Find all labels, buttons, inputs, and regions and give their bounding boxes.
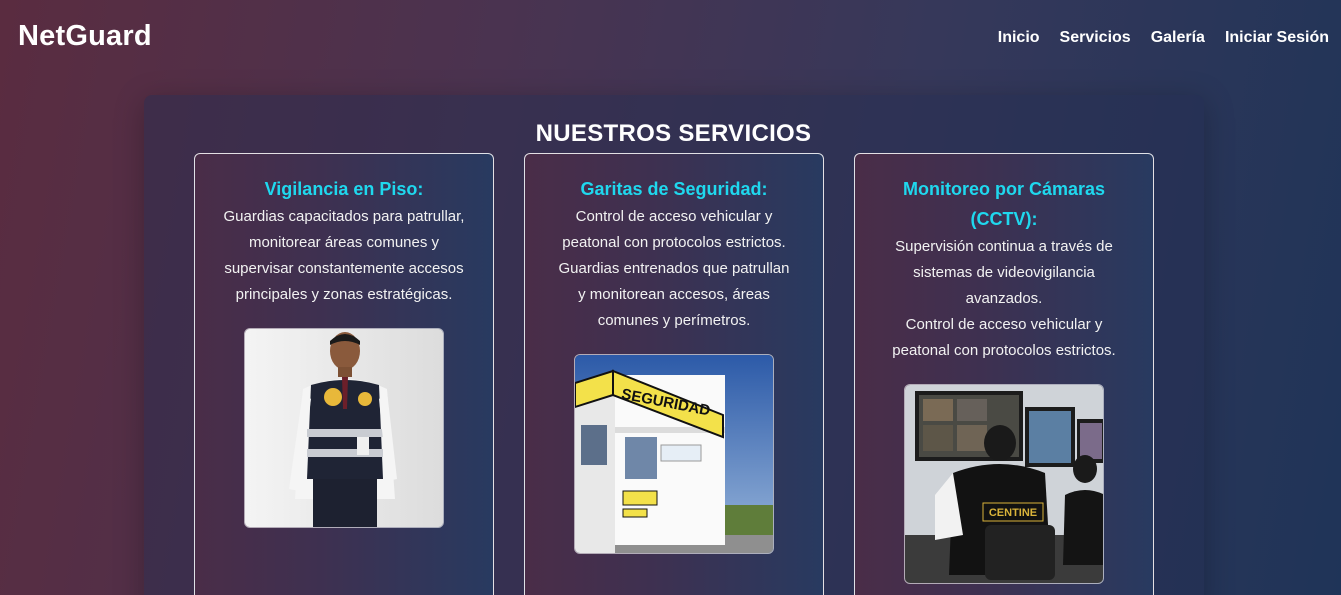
vest-text: CENTINE [989, 507, 1037, 519]
service-card-garitas: Garitas de Seguridad: Control de acceso … [524, 153, 824, 595]
desc-line: Guardias entrenados que patrullan [558, 260, 790, 277]
desc-line: Control de acceso vehicular y [905, 316, 1103, 333]
security-booth-illustration: SEGURIDAD [575, 355, 773, 553]
desc-line: supervisar constantemente accesos [224, 260, 464, 277]
title-line: (CCTV): [970, 209, 1038, 229]
desc-line: principales y zonas estratégicas. [235, 286, 453, 303]
desc-line: comunes y perímetros. [597, 312, 751, 329]
desc-line: sistemas de videovigilancia [913, 264, 1095, 281]
desc-line: Supervisión continua a través de [895, 238, 1113, 255]
nav-link-servicios[interactable]: Servicios [1060, 29, 1131, 47]
top-navbar: NetGuard Inicio Servicios Galería Inicia… [0, 0, 1341, 78]
title-line: Monitoreo por Cámaras [902, 179, 1106, 199]
desc-line: y monitorean accesos, áreas [578, 286, 770, 303]
desc-line: Guardias capacitados para patrullar, [223, 208, 465, 225]
cctv-photo: CENTINE [904, 384, 1104, 584]
desc-line: peatonal con protocolos estrictos. [562, 234, 786, 251]
desc-line: Control de acceso vehicular y [575, 208, 773, 225]
booth-photo: SEGURIDAD [574, 354, 774, 554]
desc-line: monitorear áreas comunes y [248, 234, 440, 251]
main-nav: Inicio Servicios Galería Iniciar Sesión [978, 29, 1329, 47]
desc-line: avanzados. [965, 290, 1043, 307]
nav-link-galeria[interactable]: Galería [1151, 29, 1205, 47]
service-card-cctv: Monitoreo por Cámaras (CCTV): Supervisió… [854, 153, 1154, 595]
desc-line: peatonal con protocolos estrictos. [892, 342, 1116, 359]
card-title: Monitoreo por Cámaras (CCTV): [869, 174, 1139, 234]
brand-logo[interactable]: NetGuard [18, 20, 152, 53]
nav-link-inicio[interactable]: Inicio [998, 29, 1040, 47]
nav-link-iniciar-sesion[interactable]: Iniciar Sesión [1225, 29, 1329, 47]
card-title: Vigilancia en Piso: [264, 179, 424, 199]
section-title: NUESTROS SERVICIOS [535, 120, 812, 147]
guard-illustration [245, 329, 443, 527]
card-description: Control de acceso vehicular y peatonal c… [539, 204, 809, 334]
card-title: Garitas de Seguridad: [580, 179, 768, 199]
cctv-room-illustration: CENTINE [905, 385, 1103, 583]
card-description: Supervisión continua a través de sistema… [869, 234, 1139, 364]
service-card-vigilancia: Vigilancia en Piso: Guardias capacitados… [194, 153, 494, 595]
card-description: Guardias capacitados para patrullar, mon… [209, 204, 479, 308]
guard-photo [244, 328, 444, 528]
